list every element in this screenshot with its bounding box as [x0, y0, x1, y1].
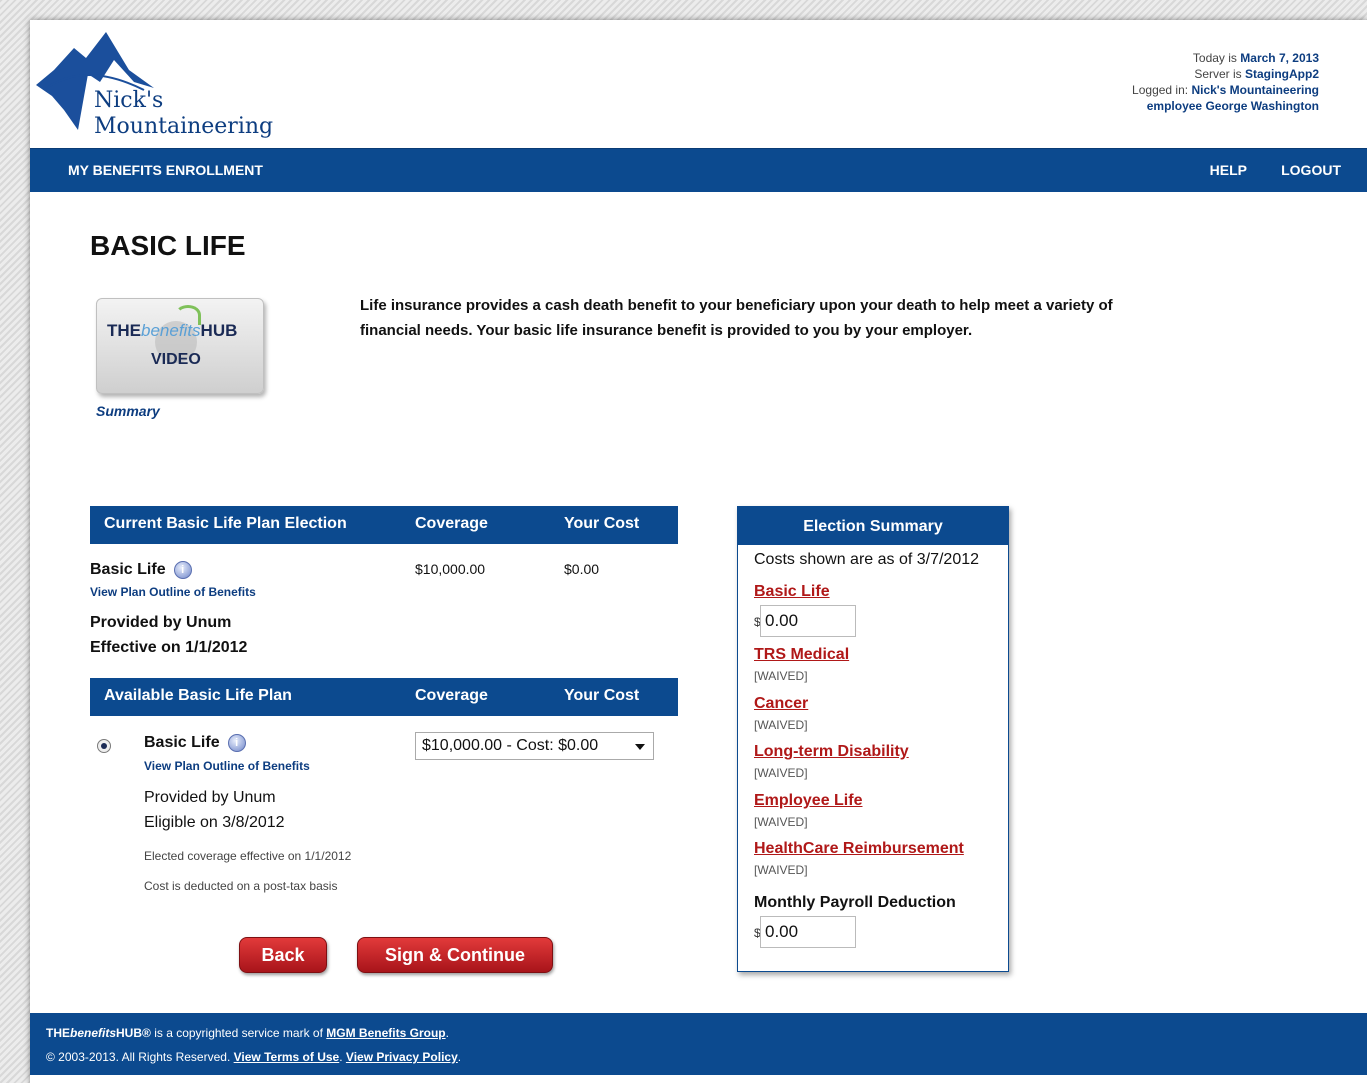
- coverage-select[interactable]: $10,000.00 - Cost: $0.00: [415, 732, 654, 760]
- info-icon[interactable]: i: [173, 561, 192, 579]
- available-plan-outline-link[interactable]: View Plan Outline of Benefits: [144, 759, 310, 773]
- page-title: BASIC LIFE: [90, 230, 246, 261]
- summary-ltd-link[interactable]: Long-term Disability: [754, 743, 909, 761]
- election-summary-title: Election Summary: [738, 507, 1008, 545]
- current-plan-outline-link[interactable]: View Plan Outline of Benefits: [90, 585, 256, 599]
- costs-as-of-note: Costs shown are as of 3/7/2012: [754, 551, 980, 568]
- col-available-plan: Available Basic Life Plan: [104, 687, 292, 704]
- tax-basis-note: Cost is deducted on a post-tax basis: [144, 879, 338, 893]
- today-label: Today is: [1192, 51, 1237, 65]
- mgm-benefits-link[interactable]: MGM Benefits Group: [326, 1026, 445, 1040]
- footer-copyright: © 2003-2013. All Rights Reserved. View T…: [46, 1050, 462, 1064]
- logged-in-employee: employee George Washington: [1146, 99, 1319, 113]
- summary-healthcare-reimbursement-link[interactable]: HealthCare Reimbursement: [754, 840, 964, 858]
- back-button[interactable]: Back: [239, 937, 327, 973]
- monthly-payroll-field[interactable]: 0.00: [760, 916, 856, 948]
- header: Nick's Mountaineering Today is March 7, …: [30, 20, 1367, 148]
- terms-of-use-link[interactable]: View Terms of Use: [234, 1050, 340, 1064]
- logo-text-line1: Nick's: [94, 88, 164, 113]
- coverage-select-value: $10,000.00 - Cost: $0.00: [422, 737, 599, 754]
- summary-cancer-link[interactable]: Cancer: [754, 695, 808, 713]
- server-value: StagingApp2: [1245, 67, 1319, 81]
- current-provider: Provided by Unum: [90, 614, 232, 631]
- ltd-status: [WAIVED]: [754, 766, 808, 780]
- col-your-cost: Your Cost: [564, 687, 640, 704]
- company-logo[interactable]: Nick's Mountaineering: [34, 30, 294, 148]
- col-coverage: Coverage: [415, 687, 488, 704]
- trs-medical-status: [WAIVED]: [754, 669, 808, 683]
- logged-in-label: Logged in:: [1132, 83, 1189, 97]
- top-navbar: MY BENEFITS ENROLLMENT HELP LOGOUT: [30, 148, 1367, 192]
- nav-logout-link[interactable]: LOGOUT: [1281, 162, 1341, 178]
- nav-my-benefits-enrollment[interactable]: MY BENEFITS ENROLLMENT: [68, 162, 263, 178]
- footer: THEbenefitsHUB® is a copyrighted service…: [30, 1013, 1367, 1075]
- video-brand: THEbenefitsHUB: [107, 321, 238, 340]
- available-plan-header: Available Basic Life Plan Coverage Your …: [90, 678, 678, 716]
- current-coverage: $10,000.00: [415, 561, 486, 577]
- logged-in-company: Nick's Mountaineering: [1191, 83, 1319, 97]
- current-plan-header: Current Basic Life Plan Election Coverag…: [90, 506, 678, 544]
- col-coverage: Coverage: [415, 515, 488, 532]
- election-summary-panel: Election Summary Costs shown are as of 3…: [737, 506, 1009, 972]
- sign-continue-button[interactable]: Sign & Continue: [357, 937, 553, 973]
- summary-basic-life-link[interactable]: Basic Life: [754, 583, 830, 601]
- video-label: VIDEO: [151, 351, 201, 368]
- healthcare-reimbursement-status: [WAIVED]: [754, 863, 808, 877]
- video-summary-link[interactable]: Summary: [96, 403, 160, 419]
- nav-help-link[interactable]: HELP: [1210, 162, 1247, 178]
- available-plan-name: Basic Life i: [144, 734, 246, 752]
- col-your-cost: Your Cost: [564, 515, 640, 532]
- chevron-down-icon: [635, 744, 645, 750]
- benefits-hub-video-thumbnail[interactable]: THEbenefitsHUB VIDEO: [96, 298, 264, 394]
- current-cost: $0.00: [564, 561, 600, 577]
- employee-life-status: [WAIVED]: [754, 815, 808, 829]
- available-provider: Provided by Unum: [144, 789, 276, 806]
- monthly-payroll-cost: $ 0.00: [754, 916, 856, 948]
- col-plan-election: Current Basic Life Plan Election: [104, 515, 347, 532]
- plan-radio-button[interactable]: [97, 739, 111, 753]
- footer-trademark: THEbenefitsHUB® is a copyrighted service…: [46, 1026, 449, 1040]
- basic-life-cost-field[interactable]: 0.00: [760, 605, 856, 637]
- info-icon[interactable]: i: [227, 734, 246, 752]
- elected-coverage-note: Elected coverage effective on 1/1/2012: [144, 849, 352, 863]
- basic-life-cost: $ 0.00: [754, 605, 856, 637]
- logo-text-line2: Mountaineering: [94, 114, 274, 139]
- session-info: Today is March 7, 2013 Server is Staging…: [1132, 50, 1319, 114]
- current-plan-name: Basic Life i: [90, 561, 192, 579]
- current-effective: Effective on 1/1/2012: [90, 639, 248, 656]
- monthly-payroll-label: Monthly Payroll Deduction: [754, 894, 956, 911]
- cancer-status: [WAIVED]: [754, 718, 808, 732]
- privacy-policy-link[interactable]: View Privacy Policy: [346, 1050, 458, 1064]
- intro-text: Life insurance provides a cash death ben…: [360, 297, 1113, 339]
- summary-employee-life-link[interactable]: Employee Life: [754, 792, 862, 810]
- today-value: March 7, 2013: [1240, 51, 1319, 65]
- summary-trs-medical-link[interactable]: TRS Medical: [754, 646, 849, 664]
- page-container: Nick's Mountaineering Today is March 7, …: [30, 20, 1367, 1083]
- server-label: Server is: [1194, 67, 1242, 81]
- available-eligible: Eligible on 3/8/2012: [144, 814, 285, 831]
